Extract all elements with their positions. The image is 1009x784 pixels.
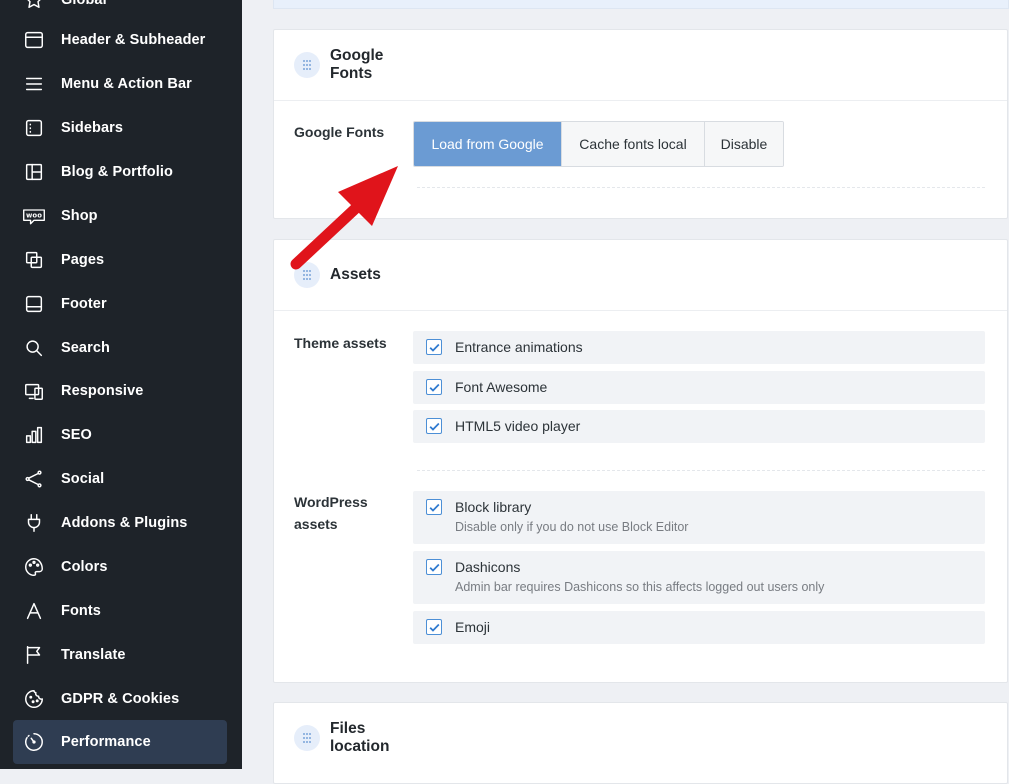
sidebar-item-responsive[interactable]: Responsive [13,369,227,413]
drag-handle-icon[interactable] [294,725,320,751]
sidebar-item-social[interactable]: Social [13,457,227,501]
sidebar-icon [22,116,46,140]
font-icon [22,599,46,623]
panel-title: Files location [330,720,390,755]
sidebar-item-label: Colors [61,559,108,575]
checkbox-description: Admin bar requires Dashicons so this aff… [455,580,825,594]
google-fonts-label: Google Fonts [294,124,385,140]
annotation-arrow-icon [290,166,398,270]
sidebar-item-label: Search [61,340,110,356]
checkbox[interactable] [426,619,442,635]
divider [417,187,985,188]
sidebar-item-blog-portfolio[interactable]: Blog & Portfolio [13,150,227,194]
checkbox-label: HTML5 video player [455,418,581,434]
sidebar-item-footer[interactable]: Footer [13,282,227,326]
sidebar-item-fonts[interactable]: Fonts [13,589,227,633]
wordpress-assets-label: WordPress assets [294,494,368,532]
sidebar-item-performance[interactable]: Performance [13,720,227,764]
theme-assets-label: Theme assets [294,335,387,351]
checkbox-description: Disable only if you do not use Block Edi… [455,520,689,534]
sidebar-item-gdpr-cookies[interactable]: GDPR & Cookies [13,677,227,721]
disable-option[interactable]: Disable [704,122,783,166]
star-icon [22,0,46,12]
sidebar-item-sidebars[interactable]: Sidebars [13,106,227,150]
checkbox-row[interactable]: Dashicons Admin bar requires Dashicons s… [413,551,985,604]
performance-icon [22,730,46,754]
checkbox-label: Font Awesome [455,379,548,395]
flag-icon [22,643,46,667]
sidebar-item-label: Performance [61,734,151,750]
checkbox-label: Entrance animations [455,339,583,355]
sidebar-item-menu-action-bar[interactable]: Menu & Action Bar [13,62,227,106]
assets-panel: Assets Theme assets Entrance animations … [273,239,1008,683]
palette-icon [22,555,46,579]
share-icon [22,467,46,491]
sidebar-item-label: Footer [61,296,107,312]
sidebar-item-label: Blog & Portfolio [61,164,173,180]
sidebar: Global Header & Subheader Menu & Action … [0,0,242,769]
checkbox-row[interactable]: HTML5 video player [413,410,985,443]
google-fonts-segmented-control: Load from Google Cache fonts local Disab… [413,121,784,167]
load-from-google-option[interactable]: Load from Google [414,122,561,166]
cache-fonts-local-option[interactable]: Cache fonts local [561,122,704,166]
panel-header: Files location [274,703,1007,773]
top-notice-strip [273,0,1009,9]
sidebar-item-label: Addons & Plugins [61,515,188,531]
checkbox-label: Emoji [455,619,491,635]
footer-icon [22,292,46,316]
sidebar-item-colors[interactable]: Colors [13,545,227,589]
sidebar-item-label: Social [61,471,105,487]
sidebar-item-shop[interactable]: woo Shop [13,194,227,238]
sidebar-item-label: Sidebars [61,120,124,136]
seo-icon [22,423,46,447]
sidebar-item-label: Responsive [61,383,144,399]
divider [417,470,985,471]
sidebar-item-label: Fonts [61,603,101,619]
layout-icon [22,160,46,184]
menu-icon [22,72,46,96]
panel-title: Google Fonts [330,47,384,82]
checkbox-row[interactable]: Block library Disable only if you do not… [413,491,985,544]
files-location-panel: Files location [273,702,1008,784]
pages-icon [22,248,46,272]
checkbox[interactable] [426,339,442,355]
sidebar-item-header-subheader[interactable]: Header & Subheader [13,18,227,62]
cookie-icon [22,687,46,711]
sidebar-item-label: SEO [61,427,92,443]
sidebar-item-addons-plugins[interactable]: Addons & Plugins [13,501,227,545]
checkbox-label: Block library [455,499,532,515]
sidebar-item-label: Pages [61,252,105,268]
responsive-icon [22,379,46,403]
checkbox[interactable] [426,499,442,515]
sidebar-item-label: Shop [61,208,98,224]
search-icon [22,336,46,360]
drag-handle-icon[interactable] [294,52,320,78]
sidebar-item-pages[interactable]: Pages [13,238,227,282]
checkbox-row[interactable]: Font Awesome [413,371,985,404]
header-icon [22,28,46,52]
woo-icon: woo [22,204,46,228]
sidebar-item-search[interactable]: Search [13,326,227,370]
sidebar-item-label: GDPR & Cookies [61,691,180,707]
svg-text:woo: woo [26,212,42,220]
plug-icon [22,511,46,535]
checkbox[interactable] [426,418,442,434]
checkbox[interactable] [426,379,442,395]
sidebar-item-label: Header & Subheader [61,32,206,48]
main-content: Google Fonts Google Fonts Load from Goog… [242,0,1009,784]
sidebar-item-label: Translate [61,647,126,663]
sidebar-item-translate[interactable]: Translate [13,633,227,677]
sidebar-item-label: Global [61,0,107,8]
sidebar-item-label: Menu & Action Bar [61,76,192,92]
checkbox-row[interactable]: Emoji [413,611,985,644]
checkbox[interactable] [426,559,442,575]
sidebar-item-seo[interactable]: SEO [13,413,227,457]
checkbox-label: Dashicons [455,559,521,575]
panel-header: Google Fonts [274,30,1007,101]
checkbox-row[interactable]: Entrance animations [413,331,985,364]
